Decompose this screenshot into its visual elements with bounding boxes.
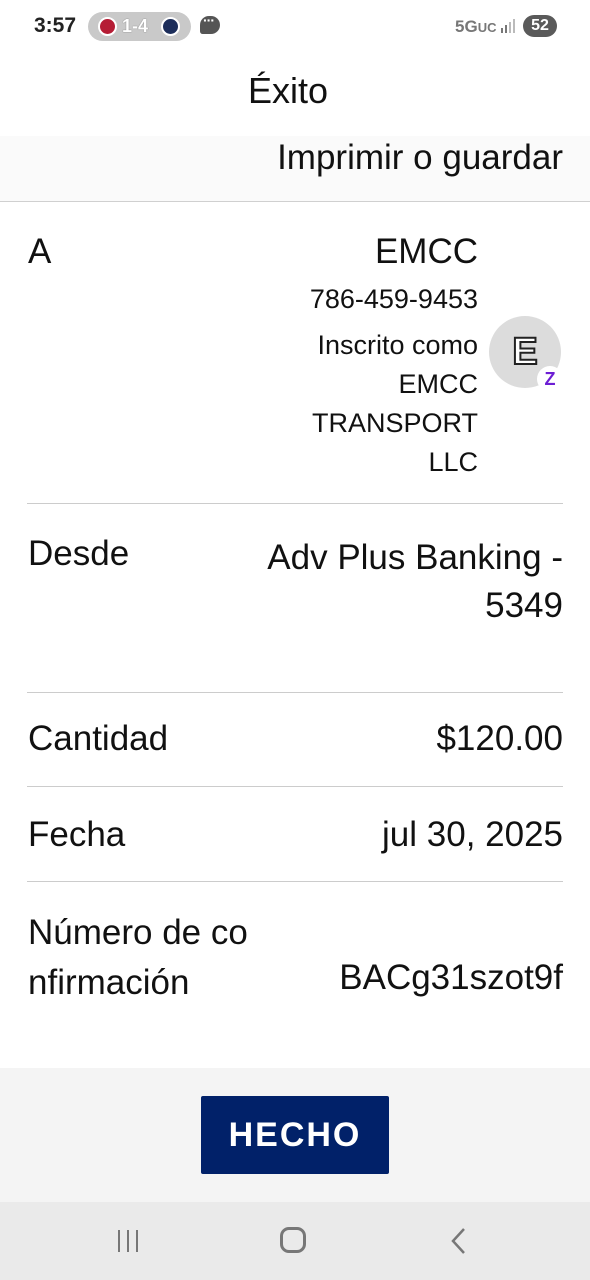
print-or-save-link[interactable]: Imprimir o guardar	[277, 138, 563, 178]
confirmation-label: Número de confirmación	[28, 913, 248, 1002]
source-account-value: Adv Plus Banking - 5349	[267, 538, 563, 625]
signal-icon	[501, 19, 515, 33]
score-notification[interactable]: 1-4	[88, 12, 191, 41]
status-bar: 3:57 1-4 5GUC 52	[0, 0, 590, 56]
print-row: Imprimir o guardar	[0, 136, 590, 202]
recipient-row: A EMCC 786-459-9453 Inscrito como EMCC T…	[27, 202, 563, 504]
recipient-enrolled-as: Inscrito como EMCC TRANSPORT LLC	[311, 330, 478, 477]
done-button[interactable]: HECHO	[201, 1096, 389, 1174]
page-title: Éxito	[247, 70, 329, 111]
team-logo-icon	[98, 17, 117, 36]
header: Éxito	[0, 56, 590, 136]
recents-icon[interactable]	[115, 1228, 141, 1254]
date-row: Fecha jul 30, 2025	[27, 787, 563, 882]
recipient-phone: 786-459-9453	[309, 284, 478, 314]
message-icon	[200, 12, 220, 34]
date-value: jul 30, 2025	[382, 815, 563, 854]
network-suffix: UC	[477, 20, 497, 35]
confirmation-row: Número de confirmación BACg31szot9f	[27, 882, 563, 1072]
home-icon[interactable]	[280, 1227, 306, 1253]
date-label: Fecha	[28, 815, 126, 854]
recipient-name: EMCC	[374, 232, 478, 271]
team-logo-icon	[161, 17, 180, 36]
footer: HECHO	[0, 1068, 590, 1202]
zelle-icon: Z	[537, 366, 563, 392]
battery-indicator: 52	[523, 15, 557, 37]
source-account-label: Desde	[28, 534, 130, 573]
confirmation-number: BACg31szot9f	[339, 958, 563, 997]
status-time: 3:57	[34, 14, 77, 37]
back-icon[interactable]	[448, 1226, 470, 1256]
source-account-row: Desde Adv Plus Banking - 5349	[27, 504, 563, 693]
amount-value: $120.00	[436, 719, 563, 758]
recipient-label: A	[28, 232, 52, 271]
score-text: 1-4	[122, 16, 149, 36]
amount-label: Cantidad	[28, 719, 169, 758]
navigation-bar	[0, 1202, 590, 1280]
network-indicator: 5GUC	[455, 17, 496, 37]
amount-row: Cantidad $120.00	[27, 693, 563, 787]
network-type: 5G	[455, 17, 478, 36]
